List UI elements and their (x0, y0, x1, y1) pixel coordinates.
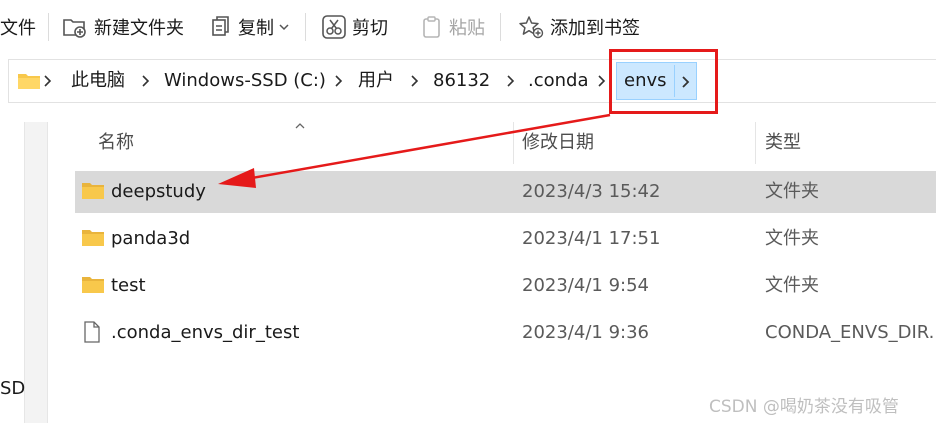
command-toolbar: 文件 新建文件夹 复制 剪切 粘贴 添加到书签 (0, 0, 936, 54)
new-folder-label: 新建文件夹 (94, 18, 184, 39)
paste-button[interactable]: 粘贴 (421, 12, 485, 42)
toolbar-divider (305, 13, 306, 41)
breadcrumb-item-conda[interactable]: .conda (528, 60, 589, 102)
file-explorer-window: 文件 新建文件夹 复制 剪切 粘贴 添加到书签 此电脑 Windows-SSD … (0, 0, 936, 423)
folder-icon (81, 228, 105, 252)
chevron-right-icon[interactable] (140, 73, 150, 89)
file-row[interactable]: deepstudy 2023/4/3 15:42 文件夹 (75, 171, 936, 213)
file-name: .conda_envs_dir_test (111, 322, 300, 343)
nav-item-ssd[interactable]: SD (0, 378, 25, 400)
chevron-right-icon[interactable] (42, 73, 52, 89)
sort-ascending-icon (295, 123, 305, 129)
folder-icon (81, 181, 105, 205)
chevron-right-icon[interactable] (409, 73, 419, 89)
clipboard-icon (423, 16, 440, 38)
file-icon (83, 321, 101, 347)
column-header-name[interactable]: 名称 (98, 122, 134, 164)
file-modified-date: 2023/4/1 9:36 (522, 322, 649, 343)
column-divider[interactable] (755, 122, 756, 164)
folder-icon (81, 275, 105, 299)
copy-button[interactable]: 复制 (210, 12, 290, 42)
file-type: 文件夹 (765, 228, 819, 249)
paste-label: 粘贴 (449, 18, 485, 39)
file-type: 文件夹 (765, 181, 819, 202)
file-type: CONDA_ENVS_DIR... (765, 322, 936, 343)
scissors-icon (322, 15, 346, 39)
column-header-type[interactable]: 类型 (765, 122, 801, 164)
file-name: deepstudy (111, 181, 206, 202)
chevron-right-icon[interactable] (333, 73, 343, 89)
new-folder-button[interactable]: 新建文件夹 (62, 12, 184, 42)
file-modified-date: 2023/4/1 9:54 (522, 275, 649, 296)
file-row[interactable]: test 2023/4/1 9:54 文件夹 (75, 265, 936, 307)
file-modified-date: 2023/4/3 15:42 (522, 181, 661, 202)
breadcrumb-item-users[interactable]: 用户 (358, 60, 394, 102)
star-plus-icon (519, 16, 544, 39)
file-row[interactable]: panda3d 2023/4/1 17:51 文件夹 (75, 218, 936, 260)
file-name: panda3d (111, 228, 191, 249)
chevron-right-icon[interactable] (596, 73, 606, 89)
file-modified-date: 2023/4/1 17:51 (522, 228, 661, 249)
watermark: CSDN @喝奶茶没有吸管 (709, 397, 899, 417)
cut-label: 剪切 (352, 18, 388, 39)
chevron-down-icon (279, 24, 289, 31)
breadcrumb-item-this-pc[interactable]: 此电脑 (71, 60, 125, 102)
toolbar-divider (48, 13, 49, 41)
annotation-highlight-box (609, 49, 718, 114)
add-bookmark-label: 添加到书签 (550, 18, 640, 39)
folder-icon (18, 74, 40, 89)
cut-button[interactable]: 剪切 (322, 12, 388, 42)
file-menu-button[interactable]: 文件 (0, 12, 36, 42)
new-folder-icon (63, 19, 86, 38)
column-header-date[interactable]: 修改日期 (522, 122, 594, 164)
file-menu-label: 文件 (0, 18, 36, 39)
chevron-right-icon[interactable] (505, 73, 515, 89)
file-row[interactable]: .conda_envs_dir_test 2023/4/1 9:36 CONDA_E… (75, 312, 936, 354)
copy-label: 复制 (238, 18, 274, 39)
file-type: 文件夹 (765, 275, 819, 296)
navigation-scrollbar[interactable] (24, 122, 48, 423)
breadcrumb-item-drive[interactable]: Windows-SSD (C:) (164, 60, 326, 102)
breadcrumb-item-user[interactable]: 86132 (433, 60, 490, 102)
file-name: test (111, 275, 146, 296)
column-divider[interactable] (513, 122, 514, 164)
add-bookmark-button[interactable]: 添加到书签 (518, 12, 640, 42)
toolbar-divider (500, 13, 501, 41)
copy-icon (212, 16, 229, 36)
